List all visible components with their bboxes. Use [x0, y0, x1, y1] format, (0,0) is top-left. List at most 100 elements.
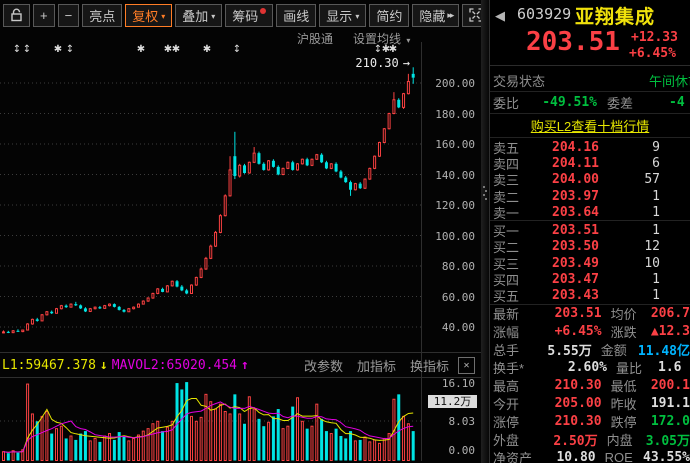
sell-level-row[interactable]: 卖三204.0057	[490, 172, 690, 188]
buy-level-row[interactable]: 买一203.511	[490, 222, 690, 238]
toolbar-button-zoom-in[interactable]: +	[33, 4, 55, 27]
set-ma-dropdown[interactable]: 设置均线 ▾	[353, 30, 410, 47]
level-volume: 1	[599, 205, 660, 220]
stat-row: 最新203.51均价206.7	[490, 305, 690, 323]
switch-indicator-button[interactable]: 换指标	[410, 356, 449, 375]
toolbar-button-draw-line[interactable]: 画线	[276, 4, 316, 27]
toolbar-button-overlay[interactable]: 叠加▾	[175, 4, 222, 27]
toolbar-button-hide[interactable]: 隐藏▸▸	[412, 4, 459, 27]
last-price: 203.51	[526, 27, 620, 57]
level-volume: 57	[599, 172, 660, 187]
event-marker-icon[interactable]: ↕	[23, 44, 31, 55]
stat-row: 总手5.55万金额11.48亿	[490, 341, 690, 359]
indicator-bar: L1:59467.378 ↓ MAVOL2:65020.454 ↑ 改参数 加指…	[0, 352, 481, 378]
toolbar-button-label: 画线	[283, 6, 309, 25]
pane-splitter[interactable]	[481, 0, 489, 463]
level-volume: 10	[599, 256, 660, 271]
price-tick-label: 100.00	[419, 230, 475, 243]
toolbar-button-display[interactable]: 显示▾	[319, 4, 366, 27]
arrow-up-icon: ↑	[241, 358, 249, 373]
buy-level-row[interactable]: 买二203.5012	[490, 239, 690, 255]
toolbar-button-chips[interactable]: 筹码	[225, 4, 273, 27]
stat-value: 3.05万	[640, 430, 690, 449]
level-volume: 1	[599, 288, 660, 303]
event-marker-icon[interactable]: ✱	[203, 44, 211, 55]
level-price: 204.00	[527, 172, 599, 187]
stat-value: 191.1	[645, 396, 690, 411]
buy-level-row[interactable]: 买四203.471	[490, 271, 690, 287]
level-price: 203.64	[527, 205, 599, 220]
stat-value: 2.50万	[535, 430, 597, 449]
event-marker-icon[interactable]: ✱	[137, 44, 145, 55]
chevron-down-icon: ▾	[406, 36, 410, 45]
stock-terminal-window: ↕↕✱↕✱✱✱✱↕↕✱✱ +−亮点复权▾叠加▾筹码画线显示▾简约隐藏▸▸ 沪股通…	[0, 0, 690, 463]
toolbar-button-lock[interactable]	[3, 4, 30, 27]
sell-level-row[interactable]: 卖五204.169	[490, 139, 690, 155]
arrow-down-icon: ↓	[100, 358, 108, 373]
stat-label: 最低	[602, 376, 645, 395]
level-label: 卖一	[490, 203, 527, 222]
stat-label: 跌停	[602, 412, 645, 431]
sell-level-row[interactable]: 卖一203.641	[490, 204, 690, 220]
set-ma-label: 设置均线	[353, 32, 401, 46]
toolbar-button-label: 亮点	[89, 6, 115, 25]
back-arrow-icon[interactable]: ◀	[495, 8, 505, 24]
stat-value: 43.55%	[637, 450, 690, 463]
arrow-right-icon: →	[403, 56, 410, 70]
toolbar-button-adjust-price[interactable]: 复权▾	[125, 4, 172, 27]
price-change: +12.33	[631, 30, 678, 45]
level-volume: 9	[599, 140, 660, 155]
toolbar-button-label: +	[40, 8, 48, 23]
level-volume: 6	[599, 156, 660, 171]
weibi-value: -49.51%	[531, 95, 597, 110]
quote-header: ◀ 603929 亚翔集成 203.51 +12.33 +6.45%	[490, 0, 690, 66]
stat-row: 最高210.30最低200.1	[490, 377, 690, 395]
trading-status-row: 交易状态 午间休市	[490, 66, 690, 92]
toolbar-button-label: 叠加	[182, 6, 208, 25]
splitter-handle-icon	[483, 185, 487, 201]
buy-level-row[interactable]: 买三203.4910	[490, 255, 690, 271]
level-price: 203.43	[527, 288, 599, 303]
event-marker-icon[interactable]: ↕	[13, 44, 21, 55]
event-marker-icon[interactable]: ✱	[54, 44, 62, 55]
weicha-value: -4	[669, 95, 685, 110]
stat-label: 均价	[602, 304, 645, 323]
toolbar-button-label: 简约	[376, 6, 402, 25]
level-price: 203.50	[527, 239, 599, 254]
price-tick-label: 60.00	[419, 291, 475, 304]
change-params-button[interactable]: 改参数	[304, 356, 343, 375]
status-label: 交易状态	[493, 71, 545, 90]
double-chevron-icon: ▸▸	[447, 10, 452, 21]
volume-tick-label: 8.03	[419, 415, 475, 428]
level-volume: 12	[599, 239, 660, 254]
stat-row: 涨幅+6.45%涨跌▲12.3	[490, 323, 690, 341]
stat-row: 今开205.00昨收191.1	[490, 394, 690, 412]
stat-label: 净资产	[490, 448, 534, 463]
toolbar-button-simple-mode[interactable]: 简约	[369, 4, 409, 27]
price-tick-label: 80.00	[419, 260, 475, 273]
chart-toolbar: + − 亮点复权▾叠加▾筹码画线显示▾ 简约隐藏▸▸	[0, 0, 482, 30]
stat-row: 净资产10.80ROE43.55%	[490, 448, 690, 463]
toolbar-button-label: −	[65, 8, 73, 23]
buy-level-row[interactable]: 买五203.431	[490, 288, 690, 304]
toolbar-button-highlight[interactable]: 亮点	[82, 4, 122, 27]
volume-tick-label: 0.00	[419, 444, 475, 457]
sell-levels: 卖五204.169卖四204.116卖三204.0057卖二203.971卖一2…	[490, 138, 690, 221]
high-price-annotation: 210.30→	[330, 56, 410, 70]
buy-l2-link[interactable]: 购买L2查看十档行情	[531, 116, 649, 135]
buy-levels: 买一203.511买二203.5012买三203.4910买四203.471买五…	[490, 221, 690, 304]
stat-label: 昨收	[602, 394, 645, 413]
toolbar-button-zoom-out[interactable]: −	[58, 4, 80, 27]
event-marker-icon[interactable]: ✱	[172, 44, 180, 55]
sell-level-row[interactable]: 卖四204.116	[490, 155, 690, 171]
event-marker-icon[interactable]: ↕	[66, 44, 74, 55]
stat-row: 外盘2.50万内盘3.05万	[490, 430, 690, 448]
stock-name: 亚翔集成	[575, 2, 655, 29]
toolbar-button-label: 显示	[326, 6, 352, 25]
close-indicator-button[interactable]: ✕	[458, 357, 475, 374]
price-tick-label: 120.00	[419, 199, 475, 212]
sell-level-row[interactable]: 卖二203.971	[490, 188, 690, 204]
add-indicator-button[interactable]: 加指标	[357, 356, 396, 375]
price-tick-label: 160.00	[419, 138, 475, 151]
event-marker-icon[interactable]: ↕	[233, 44, 241, 55]
